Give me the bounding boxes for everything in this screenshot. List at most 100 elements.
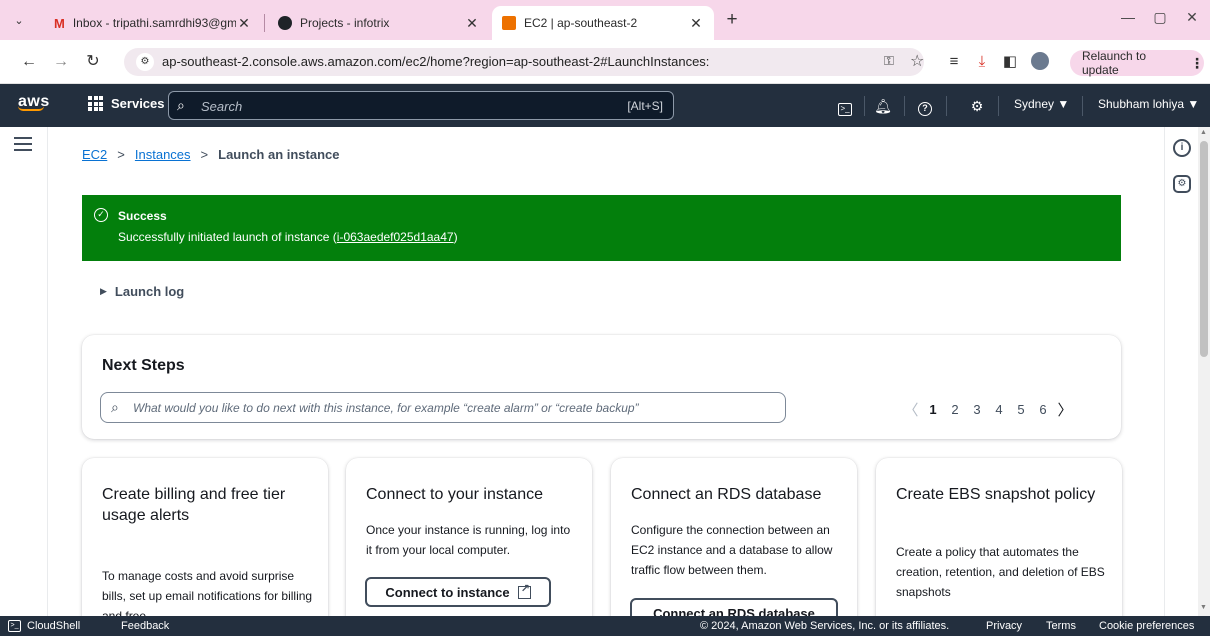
services-menu[interactable]: Services: [88, 96, 165, 111]
search-shortcut: [Alt+S]: [627, 99, 663, 113]
tab-gmail[interactable]: M Inbox - tripathi.samrdhi93@gm ✕: [44, 6, 262, 40]
cloudshell-icon[interactable]: >_: [8, 620, 21, 632]
reload-icon[interactable]: ↻: [82, 52, 104, 72]
success-flashbar: ✓ Success Successfully initiated launch …: [82, 195, 1121, 261]
nav-divider: [864, 96, 865, 116]
copyright-text: © 2024, Amazon Web Services, Inc. or its…: [700, 620, 950, 632]
close-window-icon[interactable]: ✕: [1180, 9, 1204, 31]
connect-to-instance-button[interactable]: Connect to instance: [365, 577, 551, 607]
flash-message-prefix: Successfully initiated launch of instanc…: [118, 230, 337, 244]
breadcrumb: EC2 > Instances > Launch an instance: [82, 147, 340, 162]
tab-divider: [264, 14, 265, 32]
chevron-left-icon[interactable]: 〈: [900, 399, 922, 420]
chevron-right-icon[interactable]: 〉: [1054, 399, 1076, 420]
card-connect-instance: Connect to your instance Once your insta…: [346, 458, 592, 616]
launch-log-label: Launch log: [114, 284, 185, 299]
breadcrumb-instances[interactable]: Instances: [135, 147, 191, 162]
tab-ec2[interactable]: EC2 | ap-southeast-2 ✕: [492, 6, 714, 40]
bell-icon[interactable]: 🔔︎: [872, 96, 894, 116]
tab-title: Inbox - tripathi.samrdhi93@gm: [72, 16, 236, 30]
aws-search-input[interactable]: ⌕ Search [Alt+S]: [168, 91, 674, 120]
page-2[interactable]: 2: [944, 402, 966, 417]
terms-link[interactable]: Terms: [1046, 620, 1076, 632]
scroll-thumb[interactable]: [1200, 141, 1208, 357]
page-4[interactable]: 4: [988, 402, 1010, 417]
browser-tab-strip: ⌄ M Inbox - tripathi.samrdhi93@gm ✕ Proj…: [0, 0, 1210, 40]
help-icon[interactable]: ?: [914, 96, 936, 116]
card-description: Configure the connection between an EC2 …: [631, 523, 833, 577]
back-icon[interactable]: ←: [18, 52, 40, 72]
card-billing-alerts: Create billing and free tier usage alert…: [82, 458, 328, 616]
close-icon[interactable]: ✕: [688, 15, 704, 32]
cloudshell-link[interactable]: CloudShell: [27, 620, 80, 632]
cookie-preferences-link[interactable]: Cookie preferences: [1099, 620, 1194, 632]
scroll-up-icon[interactable]: ▲: [1200, 129, 1207, 136]
nav-divider: [904, 96, 905, 116]
flash-message-suffix: ): [453, 230, 458, 244]
privacy-link[interactable]: Privacy: [986, 620, 1022, 632]
connect-rds-database-button[interactable]: Connect an RDS database: [630, 598, 838, 616]
tab-search-icon[interactable]: ⌄: [8, 9, 30, 31]
browser-toolbar: ← → ↻ ⚙ ap-southeast-2.console.aws.amazo…: [0, 40, 1210, 84]
next-steps-search-input[interactable]: ⌕ What would you like to do next with th…: [100, 392, 786, 423]
cloudshell-icon[interactable]: >_: [834, 96, 856, 116]
page-1[interactable]: 1: [922, 402, 944, 417]
aws-top-nav: aws Services ⌕ Search [Alt+S] >_ 🔔︎ ? ⚙ …: [0, 84, 1210, 127]
download-icon[interactable]: ⤓: [972, 52, 992, 72]
scroll-down-icon[interactable]: ▼: [1200, 604, 1207, 611]
grid-icon: [88, 96, 103, 111]
site-info-icon[interactable]: ⚙: [136, 53, 154, 71]
avatar[interactable]: [1030, 52, 1050, 72]
gear-icon[interactable]: ⚙: [966, 96, 988, 116]
card-title: Connect to your instance: [366, 486, 543, 503]
breadcrumb-ec2[interactable]: EC2: [82, 147, 107, 162]
card-description: Create a policy that automates the creat…: [896, 545, 1105, 599]
relaunch-button[interactable]: Relaunch to update ⋮: [1070, 49, 1204, 77]
close-icon[interactable]: ✕: [464, 15, 480, 32]
region-selector[interactable]: Sydney ▼: [1014, 97, 1069, 111]
settings-hex-icon[interactable]: ⚙: [1173, 175, 1191, 193]
info-icon[interactable]: i: [1173, 139, 1191, 157]
page-3[interactable]: 3: [966, 402, 988, 417]
aws-logo[interactable]: aws: [18, 93, 50, 111]
restore-icon[interactable]: ▢: [1148, 9, 1172, 31]
pagination: 〈 1 2 3 4 5 6 〉: [900, 399, 1076, 420]
feedback-link[interactable]: Feedback: [121, 620, 169, 632]
side-panel-icon[interactable]: ◧: [1000, 52, 1020, 72]
close-icon[interactable]: ✕: [236, 15, 252, 32]
account-menu[interactable]: Shubham lohiya ▼: [1098, 97, 1199, 111]
page-6[interactable]: 6: [1032, 402, 1054, 417]
nav-divider: [1082, 96, 1083, 116]
card-title: Create billing and free tier usage alert…: [102, 486, 286, 524]
check-circle-icon: ✓: [94, 208, 108, 222]
page-5[interactable]: 5: [1010, 402, 1032, 417]
external-link-icon: [517, 582, 531, 599]
gmail-icon: M: [54, 15, 65, 31]
scrollbar[interactable]: ▲ ▼: [1198, 127, 1210, 616]
next-steps-search-placeholder: What would you like to do next with this…: [133, 401, 639, 415]
nav-divider: [998, 96, 999, 116]
console-footer: >_ CloudShell Feedback © 2024, Amazon We…: [0, 616, 1210, 636]
chevron-right-icon: >: [117, 147, 125, 162]
nav-divider: [946, 96, 947, 116]
services-label: Services: [111, 96, 165, 111]
button-label: Connect to instance: [385, 584, 510, 600]
new-tab-icon[interactable]: +: [722, 10, 742, 30]
address-bar[interactable]: ⚙ ap-southeast-2.console.aws.amazon.com/…: [124, 48, 924, 76]
launch-log-toggle[interactable]: ▶ Launch log: [100, 284, 184, 299]
url-text[interactable]: ap-southeast-2.console.aws.amazon.com/ec…: [162, 54, 709, 69]
search-icon: ⌕: [111, 399, 119, 415]
forward-icon[interactable]: →: [50, 52, 72, 72]
breadcrumb-current: Launch an instance: [218, 147, 340, 162]
left-rail: [0, 127, 48, 616]
minimize-icon[interactable]: —: [1116, 9, 1140, 31]
instance-id-link[interactable]: i-063aedef025d1aa47: [337, 230, 454, 244]
flash-message: Successfully initiated launch of instanc…: [118, 230, 458, 244]
tab-github[interactable]: Projects - infotrix ✕: [268, 6, 490, 40]
search-icon: ⌕: [177, 97, 185, 113]
media-icon[interactable]: ≡: [944, 52, 964, 72]
card-connect-rds: Connect an RDS database Configure the co…: [611, 458, 857, 616]
menu-icon[interactable]: [14, 137, 32, 151]
star-icon[interactable]: ☆: [910, 51, 924, 71]
key-icon[interactable]: ⚿: [884, 53, 894, 69]
